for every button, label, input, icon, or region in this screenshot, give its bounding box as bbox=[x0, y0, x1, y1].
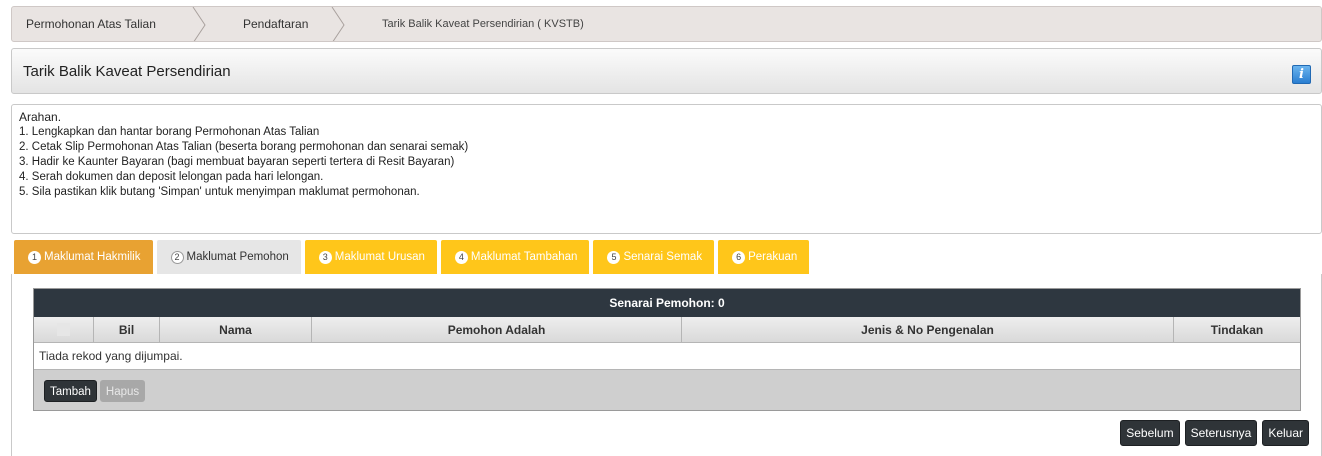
tab-maklumat-urusan[interactable]: 3 Maklumat Urusan bbox=[304, 240, 437, 274]
breadcrumb-item-label: Tarik Balik Kaveat Persendirian ( KVSTB) bbox=[382, 18, 584, 30]
instruction-line: 1. Lengkapkan dan hantar borang Permohon… bbox=[19, 126, 320, 138]
breadcrumb: Permohonan Atas Talian Pendaftaran Tarik… bbox=[11, 6, 1322, 42]
grid-header-row: Bil Nama Pemohon Adalah Jenis & No Penge… bbox=[34, 317, 1300, 343]
column-header-bil[interactable]: Bil bbox=[94, 317, 160, 342]
tab-label: Maklumat Hakmilik bbox=[44, 251, 141, 263]
add-button[interactable]: Tambah bbox=[44, 380, 97, 402]
tab-content: Senarai Pemohon: 0 Bil Nama Pemohon Adal… bbox=[11, 274, 1322, 456]
page-title: Tarik Balik Kaveat Persendirian bbox=[23, 62, 231, 80]
tab-maklumat-pemohon[interactable]: 2 Maklumat Pemohon bbox=[156, 240, 301, 274]
step-number-badge: 2 bbox=[170, 250, 184, 264]
instruction-line: 3. Hadir ke Kaunter Bayaran (bagi membua… bbox=[19, 156, 455, 168]
tab-label: Senarai Semak bbox=[623, 251, 703, 263]
breadcrumb-item-pendaftaran[interactable]: Pendaftaran bbox=[207, 7, 346, 41]
delete-button[interactable]: Hapus bbox=[99, 380, 146, 402]
tab-label: Maklumat Tambahan bbox=[470, 251, 578, 263]
breadcrumb-item-permohonan[interactable]: Permohonan Atas Talian bbox=[12, 7, 207, 41]
step-number-badge: 3 bbox=[318, 250, 332, 264]
grid-caption: Senarai Pemohon: 0 bbox=[34, 289, 1300, 317]
breadcrumb-separator-icon bbox=[191, 7, 207, 41]
tab-maklumat-hakmilik[interactable]: 1 Maklumat Hakmilik bbox=[14, 240, 153, 274]
breadcrumb-separator-icon bbox=[330, 7, 346, 41]
tab-label: Maklumat Urusan bbox=[334, 251, 425, 263]
tab-perakuan[interactable]: 6 Perakuan bbox=[718, 240, 810, 274]
instructions-title: Arahan. bbox=[19, 110, 62, 124]
step-number-badge: 6 bbox=[732, 250, 746, 264]
step-number-badge: 4 bbox=[454, 250, 468, 264]
tab-label: Perakuan bbox=[748, 251, 798, 263]
column-header-jenis-no-pengenalan[interactable]: Jenis & No Pengenalan bbox=[682, 317, 1174, 342]
previous-button[interactable]: Sebelum bbox=[1120, 420, 1180, 446]
applicant-grid: Senarai Pemohon: 0 Bil Nama Pemohon Adal… bbox=[33, 288, 1301, 411]
instructions-box: Arahan. 1. Lengkapkan dan hantar borang … bbox=[11, 104, 1322, 234]
column-header-tindakan[interactable]: Tindakan bbox=[1174, 317, 1300, 342]
navigation-buttons: Sebelum Seterusnya Keluar bbox=[1115, 420, 1309, 446]
instruction-line: 4. Serah dokumen dan deposit lelongan pa… bbox=[19, 171, 324, 183]
column-header-nama[interactable]: Nama bbox=[160, 317, 312, 342]
grid-footer: Tambah Hapus bbox=[34, 370, 1300, 410]
breadcrumb-item-label[interactable]: Permohonan Atas Talian bbox=[26, 17, 156, 31]
breadcrumb-item-current: Tarik Balik Kaveat Persendirian ( KVSTB) bbox=[346, 7, 584, 41]
select-all-column bbox=[34, 317, 94, 342]
column-header-pemohon-adalah[interactable]: Pemohon Adalah bbox=[312, 317, 682, 342]
instruction-line: 2. Cetak Slip Permohonan Atas Talian (be… bbox=[19, 141, 469, 153]
instruction-line: 5. Sila pastikan klik butang 'Simpan' un… bbox=[19, 186, 420, 198]
tab-maklumat-tambahan[interactable]: 4 Maklumat Tambahan bbox=[440, 240, 590, 274]
step-tabs: 1 Maklumat Hakmilik 2 Maklumat Pemohon 3… bbox=[14, 240, 813, 274]
tab-senarai-semak[interactable]: 5 Senarai Semak bbox=[593, 240, 715, 274]
exit-button[interactable]: Keluar bbox=[1262, 420, 1309, 446]
step-number-badge: 5 bbox=[607, 250, 621, 264]
step-number-badge: 1 bbox=[28, 250, 41, 264]
breadcrumb-item-label[interactable]: Pendaftaran bbox=[243, 17, 308, 31]
tab-label: Maklumat Pemohon bbox=[186, 251, 289, 263]
info-icon[interactable]: i bbox=[1292, 65, 1311, 84]
panel-header: Tarik Balik Kaveat Persendirian i bbox=[11, 48, 1322, 94]
grid-empty-message: Tiada rekod yang dijumpai. bbox=[34, 343, 1300, 370]
next-button[interactable]: Seterusnya bbox=[1184, 420, 1258, 446]
select-all-checkbox[interactable] bbox=[57, 323, 70, 336]
